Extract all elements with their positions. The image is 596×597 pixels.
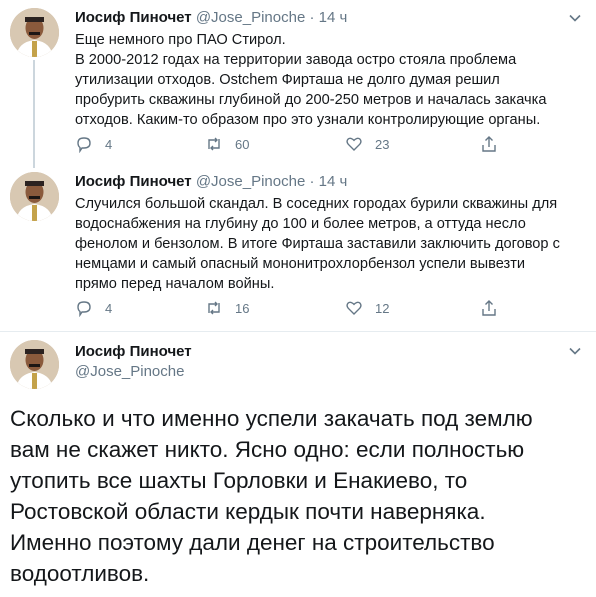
avatar[interactable] — [10, 172, 59, 221]
avatar-image — [10, 340, 59, 389]
reply-icon — [77, 301, 91, 317]
separator: · — [309, 9, 315, 26]
retweet-button[interactable]: 16 — [205, 297, 249, 319]
text-line: Ростовской области кердык почти наверняк… — [10, 499, 486, 524]
text-line: немцами и самый опасный мононитрохлорбен… — [75, 256, 526, 272]
share-button[interactable] — [480, 297, 510, 319]
separator: · — [309, 173, 315, 190]
retweet-count: 16 — [235, 300, 250, 316]
avatar[interactable] — [10, 8, 59, 57]
text-line: водоотливов. — [10, 561, 150, 586]
tweet-text: Случился большой скандал. В соседних гор… — [75, 194, 580, 294]
like-button[interactable]: 12 — [345, 297, 389, 319]
thread-line — [33, 60, 35, 168]
like-button[interactable]: 23 — [345, 133, 389, 155]
text-line: фенолом и бензолом. В итоге Фирташа заст… — [75, 236, 560, 252]
timestamp[interactable]: 14 ч — [319, 9, 348, 26]
author-handle[interactable]: @Jose_Pinoche — [196, 9, 305, 26]
main-tweet-text: Сколько и что именно успели закачать под… — [10, 403, 590, 589]
tweet-header: Иосиф Пиночет @Jose_Pinoche · 14 ч — [75, 172, 347, 192]
retweet-icon — [208, 301, 220, 315]
text-line: водоснабжения на глубину до 100 и более … — [75, 216, 526, 232]
share-button[interactable] — [480, 133, 510, 155]
tweet-actions: 4 16 12 — [75, 297, 515, 319]
text-line: утопить все шахты Горловки и Енакиево, т… — [10, 468, 468, 493]
tweet[interactable]: Иосиф Пиночет @Jose_Pinoche · 14 ч Еще н… — [0, 0, 596, 168]
author-name[interactable]: Иосиф Пиночет — [75, 9, 192, 26]
heart-icon — [346, 137, 362, 151]
reply-count: 4 — [105, 136, 113, 152]
author-name[interactable]: Иосиф Пиночет — [75, 342, 192, 362]
reply-count: 4 — [105, 300, 113, 316]
share-icon — [482, 136, 496, 152]
text-line: Именно поэтому дали денег на строительст… — [10, 530, 495, 555]
text-line: утилизации отходов. Ostchem Фирташа не д… — [75, 72, 500, 88]
text-line: Случился большой скандал. В соседних гор… — [75, 196, 558, 212]
author-handle[interactable]: @Jose_Pinoche — [75, 362, 192, 382]
chevron-down-icon[interactable] — [568, 344, 582, 358]
tweet-actions: 4 60 23 — [75, 133, 515, 155]
text-line: прямо перед началом войны. — [75, 276, 275, 292]
avatar[interactable] — [10, 340, 59, 389]
chevron-down-icon[interactable] — [568, 11, 582, 25]
avatar-image — [10, 172, 59, 221]
retweet-count: 60 — [235, 136, 250, 152]
text-line: вам не скажет никто. Ясно одно: если пол… — [10, 437, 525, 462]
text-line: пробурить скважины глубиной до 200-250 м… — [75, 92, 547, 108]
text-line: отходов. Каким-то образом про это узнали… — [75, 112, 541, 128]
retweet-icon — [208, 137, 220, 151]
tweet-text: Еще немного про ПАО Стирол. В 2000-2012 … — [75, 30, 580, 130]
text-line: Еще немного про ПАО Стирол. — [75, 32, 286, 48]
author-handle[interactable]: @Jose_Pinoche — [196, 173, 305, 190]
author-name[interactable]: Иосиф Пиночет — [75, 173, 192, 190]
reply-button[interactable]: 4 — [75, 133, 115, 155]
author-block: Иосиф Пиночет @Jose_Pinoche — [75, 342, 192, 382]
avatar-image — [10, 8, 59, 57]
tweet[interactable]: Иосиф Пиночет @Jose_Pinoche · 14 ч Случи… — [0, 166, 596, 331]
heart-icon — [346, 301, 362, 315]
text-line: Сколько и что именно успели закачать под… — [10, 406, 533, 431]
main-tweet[interactable]: Иосиф Пиночет @Jose_Pinoche Сколько и чт… — [0, 332, 596, 597]
timestamp[interactable]: 14 ч — [319, 173, 348, 190]
reply-icon — [77, 137, 91, 153]
like-count: 12 — [375, 300, 390, 316]
text-line: В 2000-2012 годах на территории завода о… — [75, 52, 517, 68]
like-count: 23 — [375, 136, 390, 152]
retweet-button[interactable]: 60 — [205, 133, 249, 155]
reply-button[interactable]: 4 — [75, 297, 115, 319]
share-icon — [482, 300, 496, 316]
tweet-header: Иосиф Пиночет @Jose_Pinoche · 14 ч — [75, 8, 347, 28]
